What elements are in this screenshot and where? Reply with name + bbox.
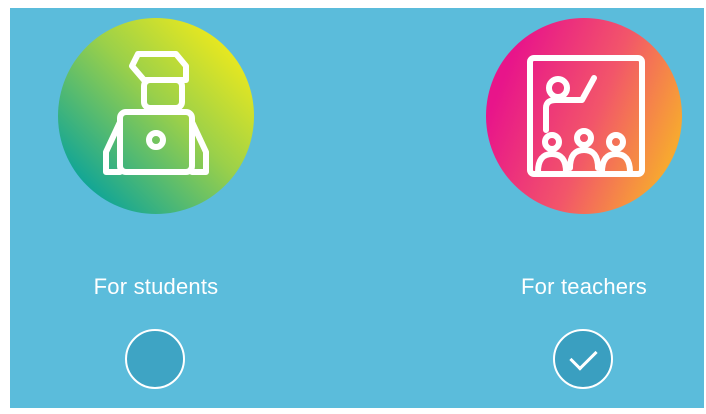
audience-selector: For students For teachers bbox=[10, 8, 704, 408]
students-badge[interactable] bbox=[58, 18, 254, 214]
student-laptop-icon bbox=[58, 18, 254, 214]
teacher-classroom-icon bbox=[486, 18, 682, 214]
option-teachers[interactable]: For teachers bbox=[484, 8, 684, 408]
students-label: For students bbox=[93, 274, 219, 299]
teachers-radio[interactable] bbox=[553, 329, 613, 389]
option-students[interactable]: For students bbox=[56, 8, 256, 408]
students-radio[interactable] bbox=[125, 329, 185, 389]
checkmark-icon bbox=[568, 341, 598, 371]
teachers-badge[interactable] bbox=[486, 18, 682, 214]
teachers-label: For teachers bbox=[521, 274, 647, 299]
